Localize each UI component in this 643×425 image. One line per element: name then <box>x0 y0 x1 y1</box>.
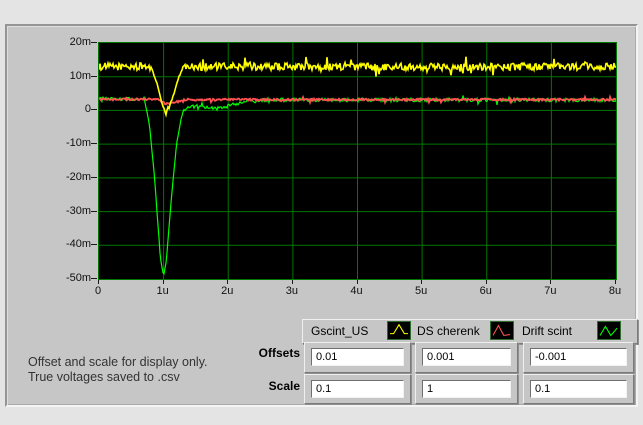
scale-field-box-2 <box>415 374 518 404</box>
x-tick-label-2u: 2u <box>211 285 243 297</box>
x-tick-label-7u: 7u <box>534 285 566 297</box>
y-tick-label-10m: 10m <box>45 70 91 82</box>
offset-field-box-2 <box>415 342 518 373</box>
y-tick-mark <box>91 42 97 43</box>
legend-icon-gscint-us[interactable] <box>387 321 411 340</box>
legend-icon-drift-scint[interactable] <box>597 321 621 340</box>
legend-entry-drift-scint[interactable]: Drift scint <box>516 320 637 343</box>
note-text: Offset and scale for display only. True … <box>28 355 208 385</box>
legend-label: DS cherenk <box>417 320 480 343</box>
x-tick-mark <box>550 280 551 284</box>
x-tick-label-8u: 8u <box>599 285 631 297</box>
scale-field-box-3 <box>523 374 634 404</box>
x-tick-mark <box>98 280 99 284</box>
y-tick-label--30m: -30m <box>45 205 91 217</box>
x-tick-mark <box>421 280 422 284</box>
x-tick-label-6u: 6u <box>470 285 502 297</box>
y-tick-mark <box>91 76 97 77</box>
legend-icon-ds-cherenk[interactable] <box>490 321 514 340</box>
x-tick-mark <box>292 280 293 284</box>
y-tick-label--40m: -40m <box>45 238 91 250</box>
grid-lines <box>99 43 616 279</box>
scale-field-box-1 <box>304 374 411 404</box>
front-panel: 20m 10m 0 -10m -20m -30m -40m -50m 0 1u 2u 3u 4u 5u 6… <box>5 24 638 407</box>
legend-entry-gscint-us[interactable]: Gscint_US <box>303 320 413 343</box>
offsets-label: Offsets <box>207 346 300 360</box>
y-tick-mark <box>91 278 97 279</box>
y-tick-label-20m: 20m <box>45 36 91 48</box>
legend-entry-ds-cherenk[interactable]: DS cherenk <box>413 320 516 343</box>
scale-input-gscint-us[interactable] <box>311 380 404 398</box>
offset-input-gscint-us[interactable] <box>311 348 404 366</box>
y-tick-label--20m: -20m <box>45 171 91 183</box>
y-tick-label--50m: -50m <box>45 272 91 284</box>
y-tick-mark <box>91 143 97 144</box>
y-tick-mark <box>91 211 97 212</box>
offset-field-box-1 <box>304 342 411 373</box>
note-line-1: Offset and scale for display only. <box>28 355 208 370</box>
y-tick-label--10m: -10m <box>45 137 91 149</box>
legend-label: Drift scint <box>522 320 572 343</box>
y-tick-mark <box>91 177 97 178</box>
x-tick-label-1u: 1u <box>147 285 179 297</box>
scale-input-drift-scint[interactable] <box>530 380 627 398</box>
scale-label: Scale <box>207 379 300 393</box>
x-tick-label-0: 0 <box>82 285 114 297</box>
y-tick-mark <box>91 109 97 110</box>
plot-area <box>98 42 617 280</box>
x-tick-label-4u: 4u <box>341 285 373 297</box>
offset-input-drift-scint[interactable] <box>530 348 627 366</box>
plot-legend: Gscint_US DS cherenk Drift scint <box>302 319 638 344</box>
x-tick-mark <box>163 280 164 284</box>
plot-canvas <box>99 43 616 279</box>
x-tick-mark <box>357 280 358 284</box>
note-line-2: True voltages saved to .csv <box>28 370 208 385</box>
x-tick-mark <box>615 280 616 284</box>
y-tick-label-0: 0 <box>45 103 91 115</box>
scale-input-ds-cherenk[interactable] <box>422 380 511 398</box>
offset-input-ds-cherenk[interactable] <box>422 348 511 366</box>
legend-label: Gscint_US <box>311 320 368 343</box>
x-tick-label-5u: 5u <box>405 285 437 297</box>
app-window: { "chart_data": { "type": "line", "title… <box>0 0 643 425</box>
x-tick-mark <box>227 280 228 284</box>
x-tick-mark <box>486 280 487 284</box>
y-tick-mark <box>91 244 97 245</box>
x-tick-label-3u: 3u <box>276 285 308 297</box>
offset-field-box-3 <box>523 342 634 373</box>
